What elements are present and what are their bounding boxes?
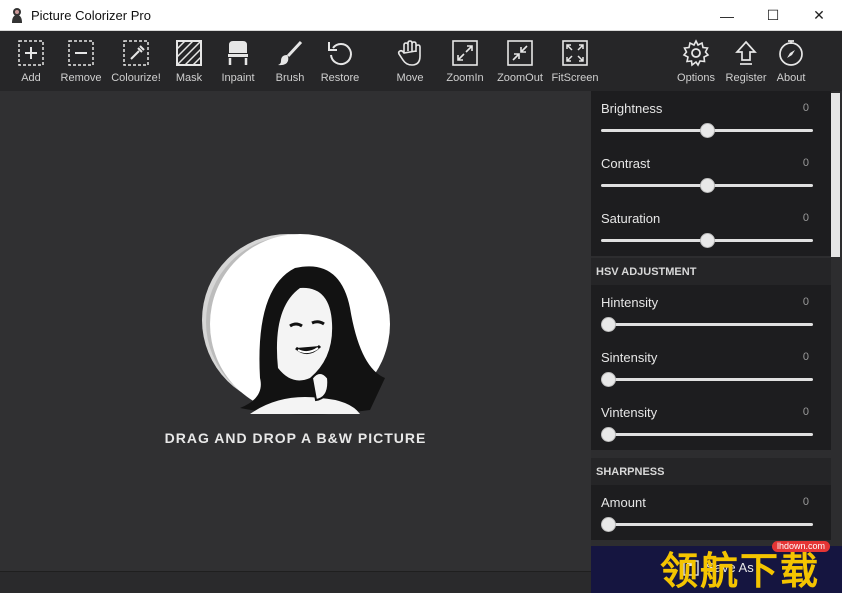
contrast-label: Contrast [601, 156, 651, 171]
panel-scrollbar-thumb[interactable] [831, 93, 840, 257]
sharpness-section-header: SHARPNESS [591, 458, 831, 486]
inpaint-icon [228, 41, 248, 65]
mask-icon [176, 40, 202, 66]
options-label: Options [677, 72, 715, 84]
fitscreen-label: FitScreen [551, 72, 599, 84]
amount-track[interactable] [601, 523, 813, 526]
hintensity-thumb[interactable] [601, 317, 616, 332]
restore-label: Restore [320, 72, 360, 84]
zoomout-button[interactable]: ZoomOut [492, 31, 548, 91]
sintensity-thumb[interactable] [601, 372, 616, 387]
inpaint-label: Inpaint [221, 72, 255, 84]
amount-thumb[interactable] [601, 517, 616, 532]
hintensity-track[interactable] [601, 323, 813, 326]
add-label: Add [21, 72, 41, 84]
watermark: 领航下载 lhdown.com [660, 538, 842, 593]
brush-button[interactable]: Brush [262, 31, 318, 91]
vintensity-thumb[interactable] [601, 427, 616, 442]
amount-value: 0 [802, 496, 809, 508]
image-canvas[interactable]: DRAG AND DROP A B&W PICTURE [0, 91, 591, 571]
title-bar: Picture Colorizer Pro — ☐ ✕ [0, 0, 842, 31]
add-button[interactable]: Add [3, 31, 59, 91]
maximize-button[interactable]: ☐ [750, 0, 796, 31]
contrast-value: 0 [802, 157, 809, 169]
gear-icon [682, 39, 710, 67]
drop-zone-illustration [202, 234, 390, 415]
options-button[interactable]: Options [668, 31, 724, 91]
restore-icon [328, 42, 352, 66]
restore-button[interactable]: Restore [312, 31, 368, 91]
amount-label: Amount [601, 495, 646, 510]
hintensity-slider-group: Hintensity 0 [591, 285, 831, 340]
brightness-value: 0 [802, 102, 809, 114]
amount-slider-group: Amount 0 [591, 485, 831, 540]
zoom-out-icon [507, 40, 533, 66]
compass-icon [779, 40, 803, 66]
brightness-slider-group: Brightness 0 [591, 91, 831, 146]
status-bar [0, 571, 591, 593]
move-button[interactable]: Move [382, 31, 438, 91]
hintensity-value: 0 [802, 296, 809, 308]
remove-icon [68, 40, 94, 66]
sintensity-label: Sintensity [601, 350, 658, 365]
brightness-label: Brightness [601, 101, 663, 116]
about-label: About [776, 72, 806, 84]
fitscreen-button[interactable]: FitScreen [547, 31, 603, 91]
colourize-label: Colourize! [111, 72, 161, 84]
move-label: Move [396, 72, 424, 84]
close-button[interactable]: ✕ [796, 0, 842, 31]
sintensity-track[interactable] [601, 378, 813, 381]
toolbar: Add Remove Colourize! Mask Inpaint Brush… [0, 31, 842, 91]
saturation-value: 0 [802, 212, 809, 224]
brightness-thumb[interactable] [699, 123, 715, 138]
minimize-button[interactable]: — [704, 0, 750, 31]
inpaint-button[interactable]: Inpaint [210, 31, 266, 91]
vintensity-value: 0 [802, 406, 809, 418]
vintensity-track[interactable] [601, 433, 813, 436]
hand-icon [397, 40, 421, 66]
eyedropper-icon [123, 40, 149, 66]
sintensity-slider-group: Sintensity 0 [591, 340, 831, 395]
hsv-section-header: HSV ADJUSTMENT [591, 258, 831, 286]
brush-icon [278, 40, 303, 66]
hintensity-label: Hintensity [601, 295, 659, 310]
remove-button[interactable]: Remove [53, 31, 109, 91]
sintensity-value: 0 [802, 351, 809, 363]
adjustments-panel: Brightness 0 Contrast 0 Saturation 0 HSV… [591, 91, 842, 593]
zoomout-label: ZoomOut [497, 72, 543, 84]
about-button[interactable]: About [763, 31, 819, 91]
zoomin-button[interactable]: ZoomIn [437, 31, 493, 91]
watermark-site: lhdown.com [772, 541, 831, 552]
vintensity-slider-group: Vintensity 0 [591, 395, 831, 450]
vintensity-label: Vintensity [601, 405, 658, 420]
upload-arrow-icon [735, 40, 757, 65]
saturation-thumb[interactable] [699, 233, 715, 248]
app-logo-icon [12, 8, 22, 23]
add-icon [18, 40, 44, 66]
register-label: Register [725, 72, 767, 84]
mask-button[interactable]: Mask [161, 31, 217, 91]
zoomin-label: ZoomIn [446, 72, 484, 84]
zoom-in-icon [452, 40, 478, 66]
mask-label: Mask [175, 72, 203, 84]
window-title: Picture Colorizer Pro [31, 8, 151, 23]
fit-screen-icon [562, 40, 588, 66]
colourize-button[interactable]: Colourize! [108, 31, 164, 91]
remove-label: Remove [60, 72, 102, 84]
contrast-slider-group: Contrast 0 [591, 146, 831, 201]
saturation-label: Saturation [601, 211, 661, 226]
drop-zone-text: DRAG AND DROP A B&W PICTURE [164, 430, 427, 446]
contrast-thumb[interactable] [699, 178, 715, 193]
brush-label: Brush [275, 72, 305, 84]
saturation-slider-group: Saturation 0 [591, 201, 831, 256]
